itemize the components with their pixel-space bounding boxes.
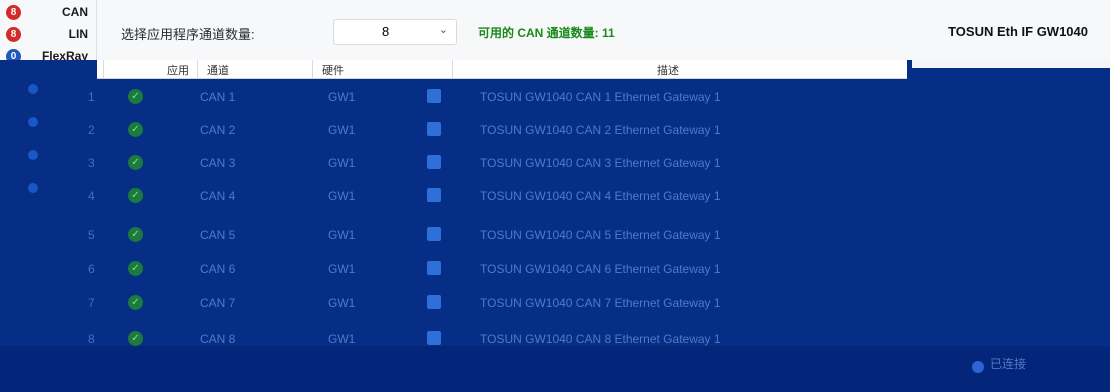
status-indicator-icon xyxy=(972,361,984,373)
checkmark-icon[interactable]: ✓ xyxy=(128,261,143,276)
column-separator xyxy=(452,60,453,78)
status-led-icon xyxy=(28,117,38,127)
column-separator xyxy=(197,60,198,78)
channel-description: TOSUN GW1040 CAN 5 Ethernet Gateway 1 xyxy=(480,228,721,242)
protocol-label: CAN xyxy=(62,5,88,19)
table-header: 应用 通道 硬件 描述 xyxy=(97,60,907,79)
protocol-label: LIN xyxy=(68,27,88,41)
hardware-name: GW1 xyxy=(328,262,356,276)
row-index: 6 xyxy=(88,262,95,276)
channel-description: TOSUN GW1040 CAN 7 Ethernet Gateway 1 xyxy=(480,296,721,310)
checkmark-icon[interactable]: ✓ xyxy=(128,188,143,203)
channel-count-value: 8 xyxy=(382,24,390,39)
app-window: 8 CAN 8 LIN 0 FlexRay 选择应用程序通道数量: 8 ⌄ 可用… xyxy=(0,0,1110,392)
row-index: 4 xyxy=(88,189,95,203)
table-row[interactable]: 6 ✓ CAN 6 GW1 TOSUN GW1040 CAN 6 Etherne… xyxy=(0,252,1110,288)
can-count-badge: 8 xyxy=(6,4,21,20)
hardware-name: GW1 xyxy=(328,189,356,203)
row-index: 8 xyxy=(88,332,95,346)
channel-name: CAN 8 xyxy=(200,332,236,346)
channel-description: TOSUN GW1040 CAN 8 Ethernet Gateway 1 xyxy=(480,332,721,346)
toolbar: 选择应用程序通道数量: 8 ⌄ 可用的 CAN 通道数量: 11 TOSUN E… xyxy=(97,0,1110,61)
column-header-app[interactable]: 应用 xyxy=(167,62,189,78)
hardware-name: GW1 xyxy=(328,90,356,104)
checkmark-icon[interactable]: ✓ xyxy=(128,331,143,346)
channel-name: CAN 2 xyxy=(200,123,236,137)
enable-checkbox[interactable] xyxy=(427,155,441,169)
protocol-can[interactable]: 8 CAN xyxy=(6,2,92,22)
column-header-channel[interactable]: 通道 xyxy=(207,62,229,78)
protocol-lin[interactable]: 8 LIN xyxy=(6,24,92,44)
channel-name: CAN 7 xyxy=(200,296,236,310)
table-row[interactable]: 3 ✓ CAN 3 GW1 TOSUN GW1040 CAN 3 Etherne… xyxy=(0,146,1110,182)
checkmark-icon[interactable]: ✓ xyxy=(128,295,143,310)
enable-checkbox[interactable] xyxy=(427,261,441,275)
row-index: 5 xyxy=(88,228,95,242)
status-led-icon xyxy=(28,183,38,193)
channel-description: TOSUN GW1040 CAN 4 Ethernet Gateway 1 xyxy=(480,189,721,203)
channel-name: CAN 5 xyxy=(200,228,236,242)
status-led-icon xyxy=(28,84,38,94)
checkmark-icon[interactable]: ✓ xyxy=(128,122,143,137)
table-row[interactable]: 4 ✓ CAN 4 GW1 TOSUN GW1040 CAN 4 Etherne… xyxy=(0,179,1110,215)
enable-checkbox[interactable] xyxy=(427,122,441,136)
checkmark-icon[interactable]: ✓ xyxy=(128,89,143,104)
table-row[interactable]: 2 ✓ CAN 2 GW1 TOSUN GW1040 CAN 2 Etherne… xyxy=(0,113,1110,149)
column-grip-icon[interactable] xyxy=(103,60,104,78)
table-row[interactable]: 5 ✓ CAN 5 GW1 TOSUN GW1040 CAN 5 Etherne… xyxy=(0,218,1110,254)
channel-description: TOSUN GW1040 CAN 1 Ethernet Gateway 1 xyxy=(480,90,721,104)
table-row[interactable]: 7 ✓ CAN 7 GW1 TOSUN GW1040 CAN 7 Etherne… xyxy=(0,286,1110,322)
row-index: 1 xyxy=(88,90,95,104)
available-channels-text: 可用的 CAN 通道数量: 11 xyxy=(478,26,615,40)
enable-checkbox[interactable] xyxy=(427,295,441,309)
column-header-hardware[interactable]: 硬件 xyxy=(322,62,344,78)
chevron-down-icon: ⌄ xyxy=(438,24,448,36)
checkmark-icon[interactable]: ✓ xyxy=(128,155,143,170)
channel-count-label: 选择应用程序通道数量: xyxy=(121,27,255,42)
row-index: 7 xyxy=(88,296,95,310)
table-row[interactable]: 1 ✓ CAN 1 GW1 TOSUN GW1040 CAN 1 Etherne… xyxy=(0,80,1110,116)
hardware-name: GW1 xyxy=(328,156,356,170)
enable-checkbox[interactable] xyxy=(427,188,441,202)
checkmark-icon[interactable]: ✓ xyxy=(128,227,143,242)
device-panel xyxy=(912,60,1110,68)
status-text: 已连接 xyxy=(990,357,1027,371)
lin-count-badge: 8 xyxy=(6,26,21,42)
channel-description: TOSUN GW1040 CAN 2 Ethernet Gateway 1 xyxy=(480,123,721,137)
hardware-name: GW1 xyxy=(328,296,356,310)
channel-table: 应用 通道 硬件 描述 1 ✓ CAN 1 GW1 TOSUN GW1040 C… xyxy=(0,60,1110,392)
channel-description: TOSUN GW1040 CAN 6 Ethernet Gateway 1 xyxy=(480,262,721,276)
status-bar xyxy=(0,346,1110,392)
enable-checkbox[interactable] xyxy=(427,227,441,241)
channel-count-select[interactable]: 8 ⌄ xyxy=(333,19,457,45)
hardware-name: GW1 xyxy=(328,228,356,242)
column-separator xyxy=(312,60,313,78)
status-led-icon xyxy=(28,150,38,160)
enable-checkbox[interactable] xyxy=(427,89,441,103)
channel-name: CAN 1 xyxy=(200,90,236,104)
channel-name: CAN 3 xyxy=(200,156,236,170)
row-index: 3 xyxy=(88,156,95,170)
channel-name: CAN 6 xyxy=(200,262,236,276)
row-index: 2 xyxy=(88,123,95,137)
hardware-name: GW1 xyxy=(328,123,356,137)
channel-description: TOSUN GW1040 CAN 3 Ethernet Gateway 1 xyxy=(480,156,721,170)
device-name: TOSUN Eth IF GW1040 xyxy=(948,24,1088,39)
column-header-description[interactable]: 描述 xyxy=(657,62,679,78)
enable-checkbox[interactable] xyxy=(427,331,441,345)
channel-name: CAN 4 xyxy=(200,189,236,203)
hardware-name: GW1 xyxy=(328,332,356,346)
